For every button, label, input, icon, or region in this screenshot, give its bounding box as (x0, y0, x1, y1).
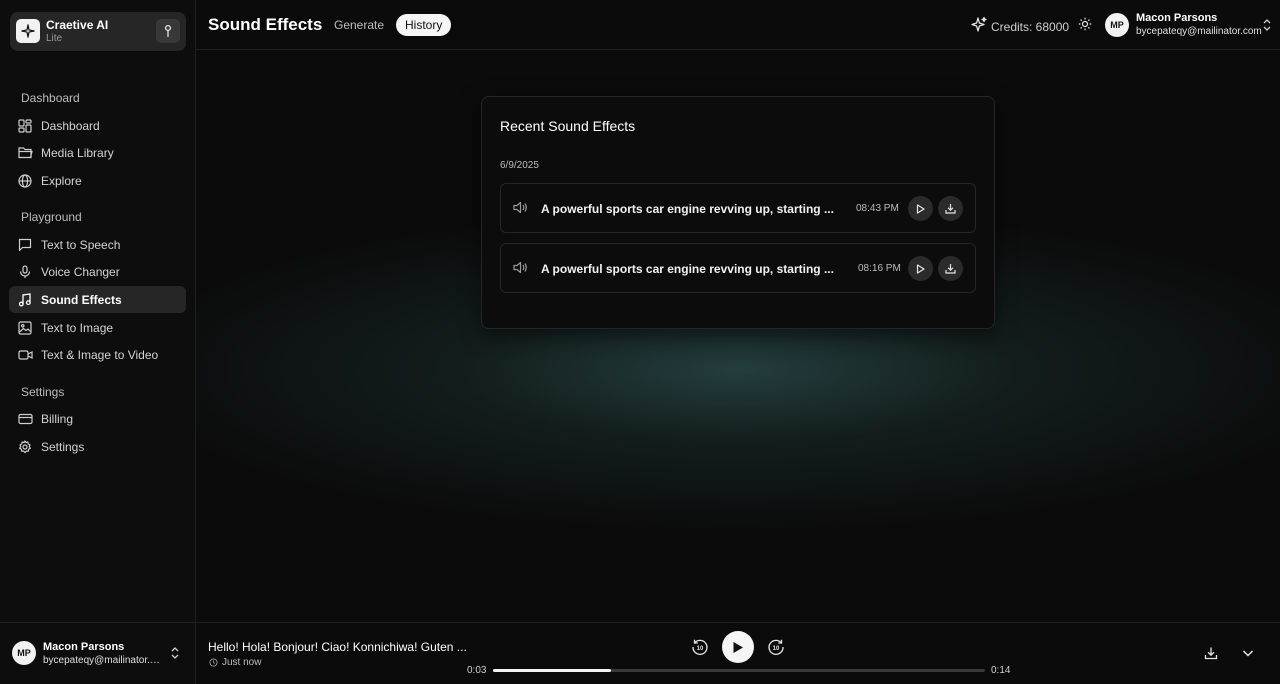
sparkle-logo-icon (16, 19, 40, 43)
credit-card-icon (17, 411, 33, 427)
user-name: Macon Parsons (43, 641, 125, 653)
message-square-icon (17, 237, 33, 253)
sidebar-item-text-to-image[interactable]: Text to Image (9, 314, 186, 341)
recent-sound-effects-card: Recent Sound Effects 6/9/2025 A powerful… (481, 96, 995, 329)
gear-icon (17, 439, 33, 455)
sidebar-item-voice-changer[interactable]: Voice Changer (9, 258, 186, 285)
sidebar-item-dashboard[interactable]: Dashboard (9, 112, 186, 139)
player-track-title: Hello! Hola! Bonjour! Ciao! Konnichiwa! … (208, 640, 467, 654)
download-icon[interactable] (1204, 646, 1218, 665)
image-icon (17, 320, 33, 336)
history-item[interactable]: A powerful sports car engine revving up,… (500, 243, 976, 293)
microphone-icon (17, 264, 33, 280)
section-title-playground: Playground (21, 210, 82, 224)
tab-history[interactable]: History (396, 14, 452, 36)
play-icon (916, 263, 925, 274)
page-title: Sound Effects (208, 15, 323, 34)
play-icon (733, 641, 743, 653)
credits-label: Credits: 68000 (991, 19, 1070, 34)
tab-generate[interactable]: Generate (325, 14, 393, 36)
sparkles-icon (970, 16, 988, 37)
download-icon (945, 204, 956, 214)
video-camera-icon (17, 347, 33, 363)
avatar: MP (12, 641, 36, 665)
play-button[interactable] (908, 256, 933, 281)
theme-toggle-sun-icon[interactable] (1078, 17, 1092, 36)
sidebar-item-text-to-speech[interactable]: Text to Speech (9, 231, 186, 258)
svg-text:10: 10 (697, 646, 704, 652)
credits-display: Credits: 68000 (970, 16, 1069, 37)
player-duration: 0:14 (991, 665, 1011, 676)
player-play-button[interactable] (722, 631, 754, 663)
sidebar-item-label: Text to Image (41, 320, 114, 335)
music-note-icon (17, 292, 33, 308)
top-header: Sound Effects Generate History Credits: … (196, 0, 1280, 50)
speaker-icon (513, 201, 528, 219)
clock-icon (209, 658, 218, 667)
sidebar-item-media-library[interactable]: Media Library (9, 139, 186, 166)
chevron-up-down-icon (170, 646, 180, 665)
sidebar-user-menu[interactable]: MP Macon Parsons bycepateqy@mailinator.c… (0, 622, 196, 684)
brand-plan: Lite (46, 33, 63, 44)
audio-player: Hello! Hola! Bonjour! Ciao! Konnichiwa! … (196, 622, 1280, 684)
history-item-time: 08:16 PM (858, 263, 901, 274)
brand-name: Craetive AI (46, 18, 109, 32)
user-email: bycepateqy@mailinator.com (1136, 26, 1262, 37)
sidebar-item-sound-effects[interactable]: Sound Effects (9, 286, 186, 313)
history-item[interactable]: A powerful sports car engine revving up,… (500, 183, 976, 233)
rewind-10-icon[interactable]: 10 (691, 638, 709, 661)
section-title-dashboard: Dashboard (21, 91, 80, 105)
sidebar-item-label: Billing (41, 411, 74, 426)
sidebar-item-label: Voice Changer (41, 264, 120, 279)
sidebar-item-label: Explore (41, 173, 82, 188)
chevron-up-down-icon (1262, 18, 1272, 37)
download-icon (945, 264, 956, 274)
player-current-time: 0:03 (467, 665, 487, 676)
player-time-ago: Just now (222, 657, 262, 668)
sidebar-item-label: Text to Speech (41, 237, 121, 252)
play-button[interactable] (908, 196, 933, 221)
sidebar-item-billing[interactable]: Billing (9, 405, 186, 432)
card-title: Recent Sound Effects (500, 118, 636, 134)
chevron-down-icon[interactable] (1241, 646, 1255, 665)
section-title-settings: Settings (21, 385, 65, 399)
user-email: bycepateqy@mailinator.c... (43, 655, 163, 666)
main-content: Recent Sound Effects 6/9/2025 A powerful… (196, 50, 1280, 622)
svg-text:10: 10 (773, 646, 780, 652)
sidebar: Craetive AI Lite Dashboard Dashboard Med… (0, 0, 196, 684)
pin-icon[interactable] (156, 19, 180, 43)
player-progress-bar[interactable] (493, 669, 985, 672)
user-name: Macon Parsons (1136, 12, 1218, 24)
sidebar-item-label: Sound Effects (41, 292, 122, 307)
download-button[interactable] (938, 256, 963, 281)
sidebar-item-label: Dashboard (41, 118, 100, 133)
sidebar-item-text-image-to-video[interactable]: Text & Image to Video (9, 341, 186, 368)
sidebar-item-label: Media Library (41, 145, 114, 160)
sidebar-item-label: Text & Image to Video (41, 347, 159, 362)
forward-10-icon[interactable]: 10 (767, 638, 785, 661)
player-track-subtitle: Just now (209, 657, 261, 668)
history-date: 6/9/2025 (500, 160, 539, 171)
player-progress-fill (493, 669, 612, 672)
sidebar-item-explore[interactable]: Explore (9, 167, 186, 194)
play-icon (916, 203, 925, 214)
history-item-prompt: A powerful sports car engine revving up,… (541, 262, 834, 276)
history-item-prompt: A powerful sports car engine revving up,… (541, 202, 834, 216)
speaker-icon (513, 261, 528, 279)
history-item-time: 08:43 PM (856, 203, 899, 214)
dashboard-grid-icon (17, 118, 33, 134)
brand-switcher[interactable]: Craetive AI Lite (10, 12, 186, 51)
folder-icon (17, 145, 33, 161)
sidebar-item-settings[interactable]: Settings (9, 433, 186, 460)
globe-icon (17, 173, 33, 189)
sidebar-item-label: Settings (41, 439, 85, 454)
avatar: MP (1105, 13, 1129, 37)
download-button[interactable] (938, 196, 963, 221)
